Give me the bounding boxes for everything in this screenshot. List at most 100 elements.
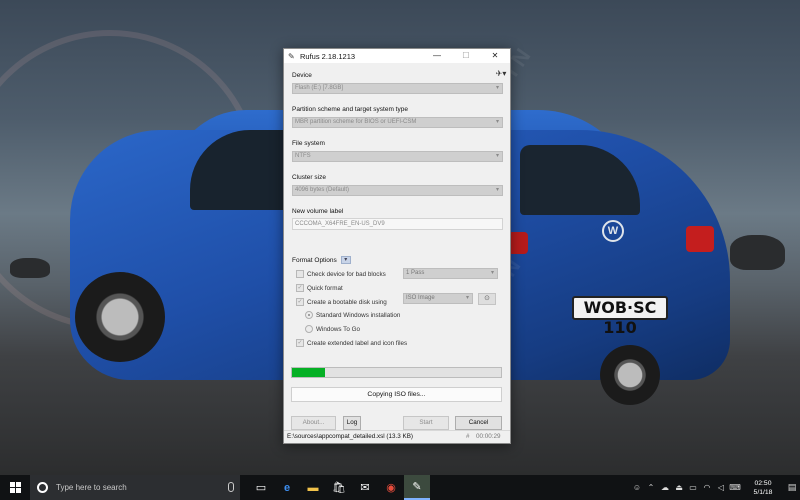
device-select[interactable]: Flash (E:) [7.8GB] ▾ bbox=[292, 83, 503, 94]
clock-time: 02:50 bbox=[754, 479, 772, 487]
volume-icon[interactable]: ◁ bbox=[714, 483, 728, 492]
rufus-window: ✎ Rufus 2.18.1213 — ☐ ✕ ✈▾ Device Flash … bbox=[283, 48, 511, 444]
bad-blocks-label: Check device for bad blocks bbox=[307, 270, 386, 278]
bootable-label: Create a bootable disk using bbox=[307, 298, 387, 306]
chevron-down-icon: ▾ bbox=[495, 119, 499, 125]
partition-select[interactable]: MBR partition scheme for BIOS or UEFI-CS… bbox=[292, 117, 503, 128]
car-wheel bbox=[75, 272, 165, 362]
clock[interactable]: 02:50 5/1/18 bbox=[742, 479, 784, 497]
car-taillight bbox=[508, 232, 528, 254]
radio-circle bbox=[305, 325, 313, 333]
status-text: Copying ISO files... bbox=[291, 387, 502, 402]
partition-value: MBR partition scheme for BIOS or UEFI-CS… bbox=[295, 119, 417, 125]
file-explorer-icon[interactable]: ▬ bbox=[300, 475, 326, 500]
cancel-button[interactable]: Cancel bbox=[455, 416, 502, 430]
progress-bar bbox=[291, 367, 502, 378]
clock-date: 5/1/18 bbox=[753, 488, 773, 496]
vw-logo-icon: W bbox=[602, 220, 624, 242]
volume-label-input[interactable]: CCCOMA_X64FRE_EN-US_DV9 bbox=[292, 218, 503, 230]
onedrive-icon[interactable]: ☁ bbox=[658, 483, 672, 492]
format-options-header: Format Options ▾ bbox=[292, 256, 351, 264]
about-button[interactable]: About... bbox=[291, 416, 336, 430]
battery-icon[interactable]: ▭ bbox=[686, 483, 700, 492]
hash-button[interactable]: # bbox=[466, 431, 470, 443]
wifi-icon[interactable]: ◠ bbox=[700, 483, 714, 492]
device-label: Device bbox=[292, 72, 312, 79]
task-view-icon[interactable]: ▭ bbox=[248, 475, 274, 500]
boot-type-value: ISO Image bbox=[406, 295, 435, 301]
partition-label: Partition scheme and target system type bbox=[292, 106, 408, 113]
search-placeholder: Type here to search bbox=[56, 483, 127, 492]
boot-type-select[interactable]: ISO Image ▾ bbox=[403, 293, 473, 304]
chevron-down-icon: ▾ bbox=[490, 270, 494, 276]
cluster-value: 4096 bytes (Default) bbox=[295, 187, 350, 193]
chrome-icon[interactable]: ◉ bbox=[378, 475, 404, 500]
taskbar: Type here to search ▭ e ▬ 🛍 ✉ ◉ ✎ ☺ ⌃ ☁ … bbox=[0, 475, 800, 500]
chevron-up-icon[interactable]: ⌃ bbox=[644, 483, 658, 492]
select-iso-button[interactable]: ⊙ bbox=[478, 293, 496, 305]
checkbox-box: ✓ bbox=[296, 298, 304, 306]
cluster-label: Cluster size bbox=[292, 174, 326, 181]
log-button[interactable]: Log bbox=[343, 416, 361, 430]
filesystem-select[interactable]: NTFS ▾ bbox=[292, 151, 503, 162]
people-icon[interactable]: ☺ bbox=[630, 483, 644, 492]
car-wheel bbox=[600, 345, 660, 405]
quick-format-checkbox[interactable]: ✓ Quick format bbox=[296, 284, 343, 292]
status-bar: E:\sources\appcompat_detailed.xsl (13.3 … bbox=[284, 430, 510, 443]
store-icon[interactable]: 🛍 bbox=[326, 475, 352, 500]
start-button[interactable] bbox=[0, 475, 30, 500]
passes-select[interactable]: 1 Pass ▾ bbox=[403, 268, 498, 279]
windows-logo-icon bbox=[9, 482, 21, 493]
notification-icon[interactable]: ▤ bbox=[784, 482, 800, 493]
chevron-down-icon: ▾ bbox=[495, 187, 499, 193]
close-button[interactable]: ✕ bbox=[484, 49, 506, 63]
checkbox-box: ✓ bbox=[296, 284, 304, 292]
mail-icon[interactable]: ✉ bbox=[352, 475, 378, 500]
car-taillight bbox=[686, 226, 714, 252]
checkbox-box: ✓ bbox=[296, 339, 304, 347]
chevron-down-icon: ▾ bbox=[495, 85, 499, 91]
edge-icon[interactable]: e bbox=[274, 475, 300, 500]
passes-value: 1 Pass bbox=[406, 270, 425, 276]
rufus-taskbar-icon[interactable]: ✎ bbox=[404, 475, 430, 500]
filesystem-label: File system bbox=[292, 140, 325, 147]
cluster-select[interactable]: 4096 bytes (Default) ▾ bbox=[292, 185, 503, 196]
standard-install-label: Standard Windows installation bbox=[316, 311, 401, 319]
disc-drive-icon: ⊙ bbox=[484, 295, 490, 302]
volume-label-label: New volume label bbox=[292, 208, 344, 215]
bad-blocks-checkbox[interactable]: Check device for bad blocks bbox=[296, 270, 386, 278]
minimize-button[interactable]: — bbox=[426, 49, 448, 63]
extended-label-checkbox[interactable]: ✓ Create extended label and icon files bbox=[296, 339, 407, 347]
usb-eject-icon[interactable]: ⏏ bbox=[672, 483, 686, 492]
extended-label-label: Create extended label and icon files bbox=[307, 339, 408, 347]
title-bar[interactable]: ✎ Rufus 2.18.1213 — ☐ ✕ bbox=[284, 49, 510, 63]
format-options-label: Format Options bbox=[292, 256, 337, 264]
system-tray: ☺ ⌃ ☁ ⏏ ▭ ◠ ◁ ⌨ 02:50 5/1/18 ▤ bbox=[630, 475, 800, 500]
start-button[interactable]: Start bbox=[403, 416, 449, 430]
elapsed-time: 00:00:29 bbox=[476, 433, 501, 440]
windows-to-go-radio[interactable]: Windows To Go bbox=[305, 325, 360, 333]
quick-format-label: Quick format bbox=[307, 284, 343, 292]
filesystem-value: NTFS bbox=[295, 153, 311, 159]
maximize-button[interactable]: ☐ bbox=[455, 49, 477, 63]
chevron-down-icon: ▾ bbox=[465, 295, 469, 301]
standard-install-radio[interactable]: Standard Windows installation bbox=[305, 311, 400, 319]
microphone-icon[interactable] bbox=[228, 482, 234, 492]
window-title: Rufus 2.18.1213 bbox=[300, 51, 356, 61]
device-value: Flash (E:) [7.8GB] bbox=[295, 85, 344, 91]
checkbox-box bbox=[296, 270, 304, 278]
rufus-content: ✈▾ Device Flash (E:) [7.8GB] ▾ Partition… bbox=[284, 63, 510, 431]
radio-circle bbox=[305, 311, 313, 319]
keyboard-icon[interactable]: ⌨ bbox=[728, 483, 742, 492]
taskbar-search[interactable]: Type here to search bbox=[30, 475, 240, 500]
license-plate: WOB·SC 110 bbox=[572, 296, 668, 337]
settings-dropdown-icon[interactable]: ✈▾ bbox=[495, 69, 507, 79]
format-options-toggle[interactable]: ▾ bbox=[340, 256, 351, 264]
current-file: E:\sources\appcompat_detailed.xsl (13.3 … bbox=[287, 433, 414, 440]
rock bbox=[10, 258, 50, 278]
cortana-icon bbox=[37, 482, 48, 493]
rock bbox=[730, 235, 785, 270]
windows-to-go-label: Windows To Go bbox=[316, 325, 360, 333]
chevron-down-icon: ▾ bbox=[495, 153, 499, 159]
bootable-checkbox[interactable]: ✓ Create a bootable disk using bbox=[296, 298, 387, 306]
